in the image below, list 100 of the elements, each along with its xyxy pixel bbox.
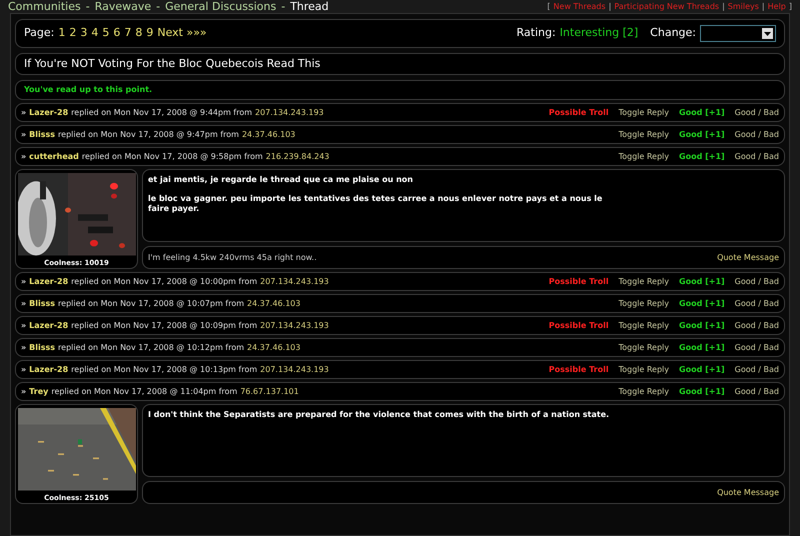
vote-link[interactable]: Good / Bad	[734, 106, 779, 118]
reply-info: replied on Mon Nov 17, 2008 @ 9:58pm from	[82, 150, 263, 162]
breadcrumb-separator: -	[281, 0, 286, 13]
breadcrumb-separator: -	[86, 0, 90, 13]
troll-warning-label: Possible Troll	[548, 364, 609, 376]
link-separator: |	[762, 1, 765, 12]
toggle-reply-link[interactable]: Toggle Reply	[618, 150, 670, 162]
author-link[interactable]: Lazer-28	[29, 320, 68, 332]
author-link[interactable]: cutterhead	[29, 150, 79, 162]
author-link[interactable]: Blisss	[29, 298, 56, 310]
message-text: I don't think the Separatists are prepared for the violence that comes with the birth of a nation state.	[148, 410, 610, 420]
breadcrumb-link[interactable]: Communities	[8, 0, 81, 13]
bullet-icon: »	[21, 276, 26, 288]
vote-link[interactable]: Good / Bad	[734, 276, 779, 288]
breadcrumb-current: Thread	[290, 0, 329, 13]
page-link[interactable]: 6	[113, 25, 120, 42]
vote-link[interactable]: Good / Bad	[734, 364, 779, 376]
ip-address: 207.134.243.193	[255, 106, 324, 118]
ip-address: 24.37.46.103	[247, 342, 300, 354]
troll-warning-label: Possible Troll	[548, 276, 609, 288]
page-link[interactable]: 4	[91, 25, 98, 42]
toggle-reply-link[interactable]: Toggle Reply	[618, 320, 670, 332]
score: Good [+1]	[679, 364, 725, 376]
toggle-reply-link[interactable]: Toggle Reply	[618, 276, 670, 288]
author-link[interactable]: Lazer-28	[29, 106, 68, 118]
next-link[interactable]: Next »»»	[157, 25, 207, 42]
toggle-reply-link[interactable]: Toggle Reply	[618, 364, 670, 376]
score: Good [+1]	[679, 386, 725, 398]
rating-dropdown[interactable]	[700, 25, 776, 42]
top-link[interactable]: Participating New Threads	[614, 1, 720, 12]
toggle-reply-link[interactable]: Toggle Reply	[618, 106, 670, 118]
bullet-icon: »	[21, 364, 26, 376]
reply-info: replied on Mon Nov 17, 2008 @ 9:47pm from	[58, 128, 239, 140]
page-label: Page:	[24, 25, 54, 42]
top-link[interactable]: Smileys	[728, 1, 759, 12]
toggle-reply-link[interactable]: Toggle Reply	[618, 386, 670, 398]
author-link[interactable]: Trey	[29, 386, 48, 398]
top-link[interactable]: Help	[768, 1, 786, 12]
message-text: et jai mentis, je regarde le thread que ca me plaise ou non	[148, 175, 414, 185]
thread-title: If You're NOT Voting For the Bloc Quebecois Read This	[15, 53, 785, 75]
page-link[interactable]: 5	[102, 25, 110, 42]
troll-warning-label: Possible Troll	[548, 106, 609, 118]
reply-info: replied on Mon Nov 17, 2008 @ 10:13pm from	[71, 364, 258, 376]
signature-text: I'm feeling 4.5kw 240vrms 45a right now..	[148, 252, 317, 264]
bullet-icon: »	[21, 386, 26, 398]
bullet-icon: »	[21, 128, 26, 140]
author-link[interactable]: Blisss	[29, 128, 56, 140]
score: Good [+1]	[679, 320, 725, 332]
bracket: [	[547, 1, 550, 12]
page-link[interactable]: 9	[146, 25, 154, 42]
breadcrumb-link[interactable]: Ravewave	[94, 0, 152, 13]
read-marker: You've read up to this point.	[15, 80, 785, 100]
link-separator: |	[608, 1, 612, 12]
bullet-icon: »	[21, 150, 26, 162]
score: Good [+1]	[679, 298, 725, 310]
toggle-reply-link[interactable]: Toggle Reply	[618, 342, 670, 354]
ip-address: 76.67.137.101	[240, 386, 299, 398]
toggle-reply-link[interactable]: Toggle Reply	[618, 298, 670, 310]
reply-info: replied on Mon Nov 17, 2008 @ 10:00pm from	[71, 276, 258, 288]
score: Good [+1]	[679, 276, 725, 288]
ip-address: 24.37.46.103	[242, 128, 296, 140]
vote-link[interactable]: Good / Bad	[734, 320, 779, 332]
author-link[interactable]: Lazer-28	[29, 364, 68, 376]
vote-link[interactable]: Good / Bad	[734, 386, 779, 398]
vote-link[interactable]: Good / Bad	[734, 150, 779, 162]
ip-address: 207.134.243.193	[260, 276, 329, 288]
score: Good [+1]	[679, 342, 725, 354]
vote-link[interactable]: Good / Bad	[734, 298, 779, 310]
message-text: le bloc va gagner. peu importe les tentatives des tetes carree a nous enlever notre pays et a nous le faire payer.	[148, 194, 604, 214]
troll-warning-label: Possible Troll	[548, 320, 609, 332]
rating-label: Rating:	[516, 25, 556, 42]
score: Good [+1]	[679, 150, 725, 162]
reply-info: replied on Mon Nov 17, 2008 @ 9:44pm from	[71, 106, 252, 118]
page-link[interactable]: 3	[80, 25, 88, 42]
page-link[interactable]: 2	[69, 25, 76, 42]
quote-link[interactable]: Quote Message	[717, 252, 779, 264]
toggle-reply-link[interactable]: Toggle Reply	[618, 128, 670, 140]
rating-value: Interesting [2]	[560, 25, 638, 42]
page-link[interactable]: 1	[58, 25, 66, 42]
bullet-icon: »	[21, 106, 26, 118]
page-link[interactable]: 7	[124, 25, 132, 42]
reply-info: replied on Mon Nov 17, 2008 @ 10:09pm from	[71, 320, 258, 332]
bracket: ]	[788, 1, 792, 12]
page-link[interactable]: 8	[135, 25, 142, 42]
link-separator: |	[722, 1, 725, 12]
ip-address: 216.239.84.243	[266, 150, 330, 162]
author-link[interactable]: Lazer-28	[29, 276, 68, 288]
bullet-icon: »	[21, 298, 26, 310]
reply-info: replied on Mon Nov 17, 2008 @ 10:12pm from	[58, 342, 244, 354]
vote-link[interactable]: Good / Bad	[734, 342, 779, 354]
ip-address: 207.134.243.193	[260, 364, 329, 376]
change-label: Change:	[650, 25, 696, 42]
top-link[interactable]: New Threads	[553, 1, 606, 12]
breadcrumb-link[interactable]: General Discussions	[165, 0, 276, 13]
score: Good [+1]	[679, 106, 725, 118]
quote-link[interactable]: Quote Message	[717, 486, 779, 498]
reply-info: replied on Mon Nov 17, 2008 @ 10:07pm from	[58, 298, 244, 310]
vote-link[interactable]: Good / Bad	[734, 128, 779, 140]
author-link[interactable]: Blisss	[29, 342, 56, 354]
reply-info: replied on Mon Nov 17, 2008 @ 11:04pm from	[51, 386, 238, 398]
